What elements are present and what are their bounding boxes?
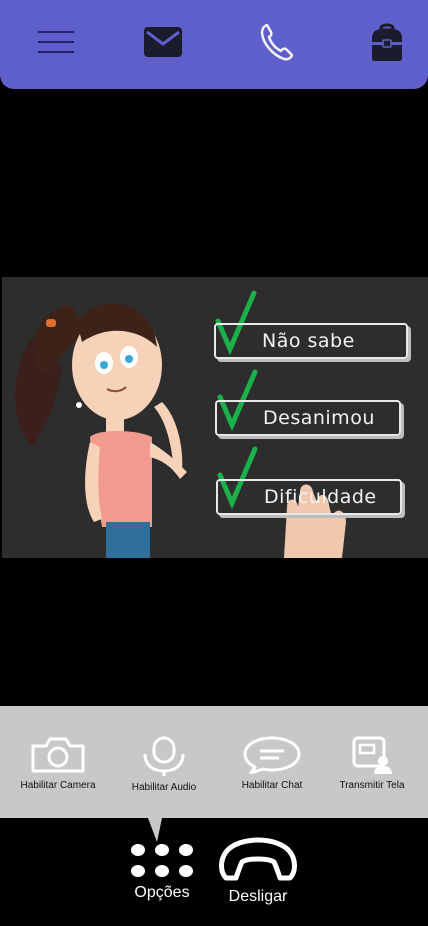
- mail-icon: [144, 27, 182, 57]
- share-screen-label: Transmitir Tela: [339, 780, 405, 791]
- top-bar: [0, 0, 428, 89]
- dots-grid-icon: [131, 844, 193, 877]
- phone-icon: [260, 23, 294, 61]
- options-pointer: [148, 818, 162, 842]
- video-tag-label: Dificuldade: [264, 486, 377, 508]
- hangup-button[interactable]: Desligar: [218, 830, 298, 906]
- hangup-label: Desligar: [228, 888, 288, 905]
- backpack-button[interactable]: [359, 14, 415, 70]
- chat-icon: [243, 736, 301, 774]
- enable-chat-label: Habilitar Chat: [241, 780, 303, 791]
- enable-camera-button[interactable]: Habilitar Camera: [8, 736, 108, 791]
- video-tag-2: Desanimou: [215, 400, 401, 436]
- video-tag-label: Não sabe: [262, 330, 355, 352]
- microphone-icon: [143, 736, 185, 776]
- options-panel: Habilitar Camera Habilitar Audio Habilit…: [0, 706, 428, 818]
- camera-icon: [31, 737, 85, 773]
- menu-icon: [38, 31, 74, 53]
- enable-camera-label: Habilitar Camera: [20, 780, 96, 791]
- phone-button[interactable]: [249, 14, 305, 70]
- options-button[interactable]: Opções: [128, 840, 196, 902]
- video-frame: Não sabe Desanimou Dificuldade: [2, 277, 428, 558]
- enable-audio-button[interactable]: Habilitar Audio: [114, 736, 214, 793]
- screen-share-icon: [352, 736, 392, 774]
- video-tag-1: Não sabe: [214, 323, 408, 359]
- video-tag-3: Dificuldade: [216, 479, 402, 515]
- options-label: Opções: [134, 884, 190, 901]
- enable-chat-button[interactable]: Habilitar Chat: [222, 736, 322, 791]
- menu-button[interactable]: [29, 14, 85, 70]
- video-tag-label: Desanimou: [263, 407, 375, 429]
- share-screen-button[interactable]: Transmitir Tela: [322, 736, 422, 791]
- hangup-phone-icon: [219, 837, 297, 881]
- backpack-icon: [372, 23, 402, 61]
- enable-audio-label: Habilitar Audio: [131, 782, 197, 793]
- mail-button[interactable]: [135, 14, 191, 70]
